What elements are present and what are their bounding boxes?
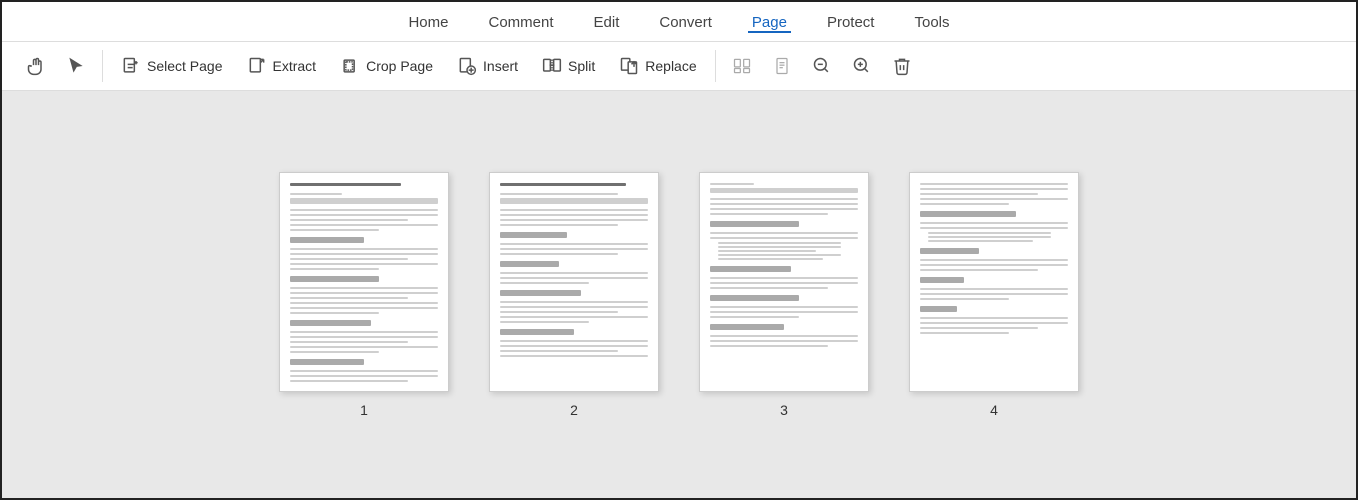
hand-icon — [26, 56, 46, 76]
page-1-number: 1 — [360, 402, 368, 418]
replace-icon — [619, 56, 639, 76]
pages-view-icon — [732, 56, 752, 76]
menu-comment[interactable]: Comment — [484, 12, 557, 33]
menu-page[interactable]: Page — [748, 12, 791, 33]
page-4-number: 4 — [990, 402, 998, 418]
page-1-thumbnail[interactable] — [279, 172, 449, 392]
page-2-thumbnail[interactable] — [489, 172, 659, 392]
select-page-button[interactable]: Select Page — [111, 51, 233, 81]
select-page-label: Select Page — [147, 58, 223, 74]
zoom-out-button[interactable] — [804, 51, 840, 81]
replace-label: Replace — [645, 58, 696, 74]
zoom-in-button[interactable] — [844, 51, 880, 81]
zoom-out-icon — [812, 56, 832, 76]
separator-1 — [102, 50, 103, 82]
menu-bar: Home Comment Edit Convert Page Protect T… — [2, 2, 1356, 42]
menu-convert[interactable]: Convert — [655, 12, 716, 33]
split-button[interactable]: Split — [532, 51, 605, 81]
cursor-icon — [66, 56, 86, 76]
menu-protect[interactable]: Protect — [823, 12, 879, 33]
insert-label: Insert — [483, 58, 518, 74]
menu-edit[interactable]: Edit — [590, 12, 624, 33]
insert-button[interactable]: Insert — [447, 51, 528, 81]
pages-view-button[interactable] — [724, 51, 760, 81]
pages-area: 1 — [2, 91, 1356, 498]
delete-button[interactable] — [884, 51, 920, 81]
hand-tool-button[interactable] — [18, 51, 54, 81]
extract-label: Extract — [273, 58, 317, 74]
page-1-content — [290, 183, 438, 382]
page-2-wrapper: 2 — [489, 172, 659, 418]
select-page-icon — [121, 56, 141, 76]
extract-button[interactable]: Extract — [237, 51, 327, 81]
app-window: Home Comment Edit Convert Page Protect T… — [0, 0, 1358, 500]
page-2-number: 2 — [570, 402, 578, 418]
page-3-number: 3 — [780, 402, 788, 418]
separator-2 — [715, 50, 716, 82]
insert-icon — [457, 56, 477, 76]
page-4-thumbnail[interactable] — [909, 172, 1079, 392]
trash-icon — [892, 56, 912, 76]
page-3-thumbnail[interactable] — [699, 172, 869, 392]
split-label: Split — [568, 58, 595, 74]
page-1-wrapper: 1 — [279, 172, 449, 418]
page-4-wrapper: 4 — [909, 172, 1079, 418]
menu-tools[interactable]: Tools — [910, 12, 953, 33]
crop-icon — [340, 56, 360, 76]
crop-page-label: Crop Page — [366, 58, 433, 74]
zoom-in-icon — [852, 56, 872, 76]
single-page-button[interactable] — [764, 51, 800, 81]
toolbar: Select Page Extract Crop Page — [2, 42, 1356, 91]
single-page-icon — [772, 56, 792, 76]
extract-icon — [247, 56, 267, 76]
page-3-wrapper: 3 — [699, 172, 869, 418]
replace-button[interactable]: Replace — [609, 51, 706, 81]
crop-page-button[interactable]: Crop Page — [330, 51, 443, 81]
page-4-content — [920, 183, 1068, 334]
split-icon — [542, 56, 562, 76]
page-2-content — [500, 183, 648, 357]
cursor-tool-button[interactable] — [58, 51, 94, 81]
menu-home[interactable]: Home — [404, 12, 452, 33]
page-3-content — [710, 183, 858, 347]
